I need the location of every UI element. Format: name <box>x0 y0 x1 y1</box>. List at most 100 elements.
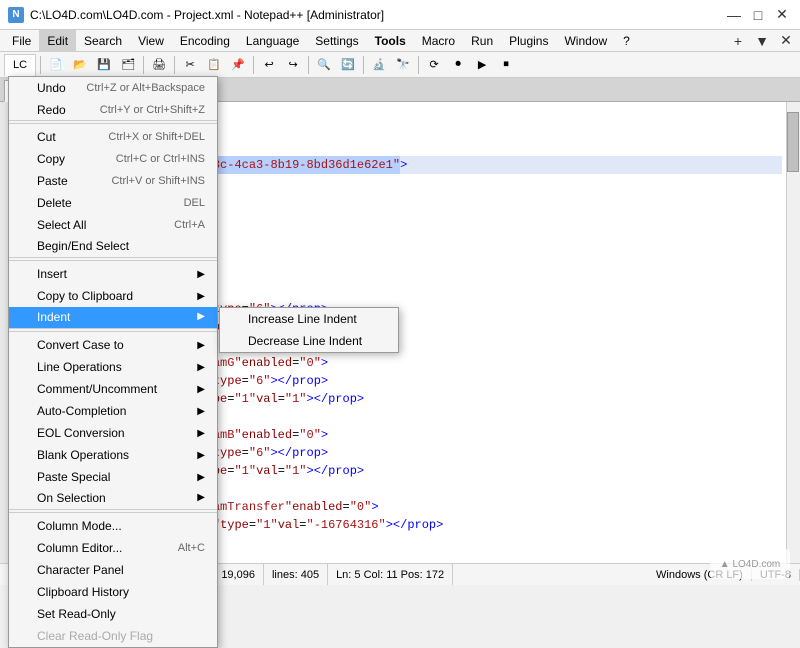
menu-column-editor-label: Column Editor... <box>37 541 122 555</box>
menu-column-editor[interactable]: Column Editor... Alt+C <box>9 537 217 559</box>
menu-window[interactable]: Window <box>556 30 615 52</box>
menu-auto-completion[interactable]: Auto-Completion ▶ <box>9 400 217 422</box>
scrollbar-thumb[interactable] <box>787 112 799 172</box>
menu-begin-end-select-label: Begin/End Select <box>37 239 129 253</box>
toolbar-new-btn[interactable]: 📄 <box>45 54 67 76</box>
menu-insert[interactable]: Insert ▶ <box>9 263 217 285</box>
minimize-button[interactable]: — <box>724 5 744 25</box>
menu-column-mode-label: Column Mode... <box>37 519 122 533</box>
menu-tools[interactable]: Tools <box>367 30 414 52</box>
menu-file[interactable]: File <box>4 30 39 52</box>
menu-indent[interactable]: Indent ▶ Increase Line Indent Decrease L… <box>9 307 217 329</box>
toolbar-save-all-btn[interactable]: 🗂 <box>117 54 139 76</box>
toolbar-record-btn[interactable]: ⏺ <box>447 54 469 76</box>
menu-decrease-indent[interactable]: Decrease Line Indent <box>220 330 398 352</box>
toolbar-separator-6 <box>363 56 364 74</box>
menu-paste-special[interactable]: Paste Special ▶ <box>9 466 217 488</box>
menu-copy[interactable]: Copy Ctrl+C or Ctrl+INS <box>9 148 217 170</box>
menu-auto-completion-arrow: ▶ <box>197 406 205 417</box>
toolbar-paste-btn[interactable]: 📌 <box>227 54 249 76</box>
menu-eol-conversion-label: EOL Conversion <box>37 426 125 440</box>
toolbar-sync-btn[interactable]: ⟳ <box>423 54 445 76</box>
menu-clear-read-only-label: Clear Read-Only Flag <box>37 629 153 643</box>
toolbar-replace-btn[interactable]: 🔄 <box>337 54 359 76</box>
menu-select-all-shortcut: Ctrl+A <box>174 219 205 231</box>
menu-on-selection-label: On Selection <box>37 491 106 505</box>
menu-plugins[interactable]: Plugins <box>501 30 556 52</box>
menu-delete[interactable]: Delete DEL <box>9 192 217 214</box>
menu-character-panel[interactable]: Character Panel <box>9 559 217 581</box>
menu-cut[interactable]: Cut Ctrl+X or Shift+DEL <box>9 126 217 148</box>
toolbar-undo-btn[interactable]: ↩ <box>258 54 280 76</box>
menu-search[interactable]: Search <box>76 30 130 52</box>
toolbar-x-button[interactable]: ✕ <box>776 31 796 51</box>
menu-comment-uncomment[interactable]: Comment/Uncomment ▶ <box>9 378 217 400</box>
toolbar-find-btn[interactable]: 🔍 <box>313 54 335 76</box>
toolbar-redo-btn[interactable]: ↪ <box>282 54 304 76</box>
menu-settings[interactable]: Settings <box>307 30 366 52</box>
close-button[interactable]: ✕ <box>772 5 792 25</box>
menu-clear-read-only: Clear Read-Only Flag <box>9 625 217 647</box>
toolbar-sub-button[interactable]: ▼ <box>752 31 772 51</box>
cursor-label: Ln: 5 Col: 11 Pos: 172 <box>336 569 444 581</box>
menu-view[interactable]: View <box>130 30 172 52</box>
toolbar-open-btn[interactable]: 📂 <box>69 54 91 76</box>
menu-line-operations[interactable]: Line Operations ▶ <box>9 356 217 378</box>
toolbar-copy-btn[interactable]: 📋 <box>203 54 225 76</box>
menu-edit[interactable]: Edit <box>39 30 76 52</box>
menu-line-operations-arrow: ▶ <box>197 362 205 373</box>
menu-indent-arrow: ▶ <box>197 311 205 322</box>
menu-column-mode[interactable]: Column Mode... <box>9 515 217 537</box>
menu-macro[interactable]: Macro <box>414 30 463 52</box>
toolbar-cut-btn[interactable]: ✂ <box>179 54 201 76</box>
window-title: C:\LO4D.com\LO4D.com - Project.xml - Not… <box>30 8 384 22</box>
menu-undo[interactable]: Undo Ctrl+Z or Alt+Backspace <box>9 77 217 99</box>
menu-paste[interactable]: Paste Ctrl+V or Shift+INS <box>9 170 217 192</box>
toolbar-save-btn[interactable]: 💾 <box>93 54 115 76</box>
menu-language[interactable]: Language <box>238 30 307 52</box>
menu-delete-shortcut: DEL <box>184 197 205 209</box>
menu-on-selection[interactable]: On Selection ▶ <box>9 488 217 510</box>
menu-decrease-indent-label: Decrease Line Indent <box>248 334 362 348</box>
toolbar-zoom-in-btn[interactable]: 🔬 <box>368 54 390 76</box>
menu-begin-end-select[interactable]: Begin/End Select <box>9 236 217 258</box>
toolbar-zoom-out-btn[interactable]: 🔭 <box>392 54 414 76</box>
menu-blank-operations-label: Blank Operations <box>37 448 129 462</box>
menu-set-read-only[interactable]: Set Read-Only <box>9 603 217 625</box>
menu-eol-conversion[interactable]: EOL Conversion ▶ <box>9 422 217 444</box>
menu-comment-uncomment-label: Comment/Uncomment <box>37 382 157 396</box>
menu-cut-label: Cut <box>37 130 56 144</box>
toolbar-play-btn[interactable]: ▶ <box>471 54 493 76</box>
toolbar-separator-7 <box>418 56 419 74</box>
menu-convert-case[interactable]: Convert Case to ▶ <box>9 334 217 356</box>
title-bar: N C:\LO4D.com\LO4D.com - Project.xml - N… <box>0 0 800 30</box>
toolbar-separator-3 <box>174 56 175 74</box>
menu-blank-operations[interactable]: Blank Operations ▶ <box>9 444 217 466</box>
menu-blank-operations-arrow: ▶ <box>197 450 205 461</box>
menu-undo-shortcut: Ctrl+Z or Alt+Backspace <box>86 82 205 94</box>
menu-run[interactable]: Run <box>463 30 501 52</box>
menu-clipboard-history[interactable]: Clipboard History <box>9 581 217 603</box>
toolbar-print-btn[interactable]: 🖨 <box>148 54 170 76</box>
toolbar-tab-lc[interactable]: LC <box>4 54 36 76</box>
menu-select-all[interactable]: Select All Ctrl+A <box>9 214 217 236</box>
vertical-scrollbar[interactable] <box>786 102 800 563</box>
menu-redo[interactable]: Redo Ctrl+Y or Ctrl+Shift+Z <box>9 99 217 121</box>
menu-convert-case-arrow: ▶ <box>197 340 205 351</box>
menu-redo-label: Redo <box>37 103 66 117</box>
menu-help[interactable]: ? <box>615 30 638 52</box>
menu-insert-label: Insert <box>37 267 67 281</box>
maximize-button[interactable]: □ <box>748 5 768 25</box>
toolbar-stop-btn[interactable]: ⏹ <box>495 54 517 76</box>
menu-comment-uncomment-arrow: ▶ <box>197 384 205 395</box>
menu-undo-label: Undo <box>37 81 66 95</box>
menu-increase-indent[interactable]: Increase Line Indent <box>220 308 398 330</box>
menu-copy-to-clipboard[interactable]: Copy to Clipboard ▶ <box>9 285 217 307</box>
menu-paste-shortcut: Ctrl+V or Shift+INS <box>111 175 205 187</box>
edit-context-menu: Undo Ctrl+Z or Alt+Backspace Redo Ctrl+Y… <box>8 76 218 648</box>
menu-copy-to-clipboard-label: Copy to Clipboard <box>37 289 133 303</box>
menu-encoding[interactable]: Encoding <box>172 30 238 52</box>
menu-copy-label: Copy <box>37 152 65 166</box>
toolbar-1: LC 📄 📂 💾 🗂 🖨 ✂ 📋 📌 ↩ ↪ 🔍 🔄 🔬 🔭 ⟳ ⏺ ▶ ⏹ <box>0 52 800 78</box>
toolbar-add-button[interactable]: + <box>728 31 748 51</box>
